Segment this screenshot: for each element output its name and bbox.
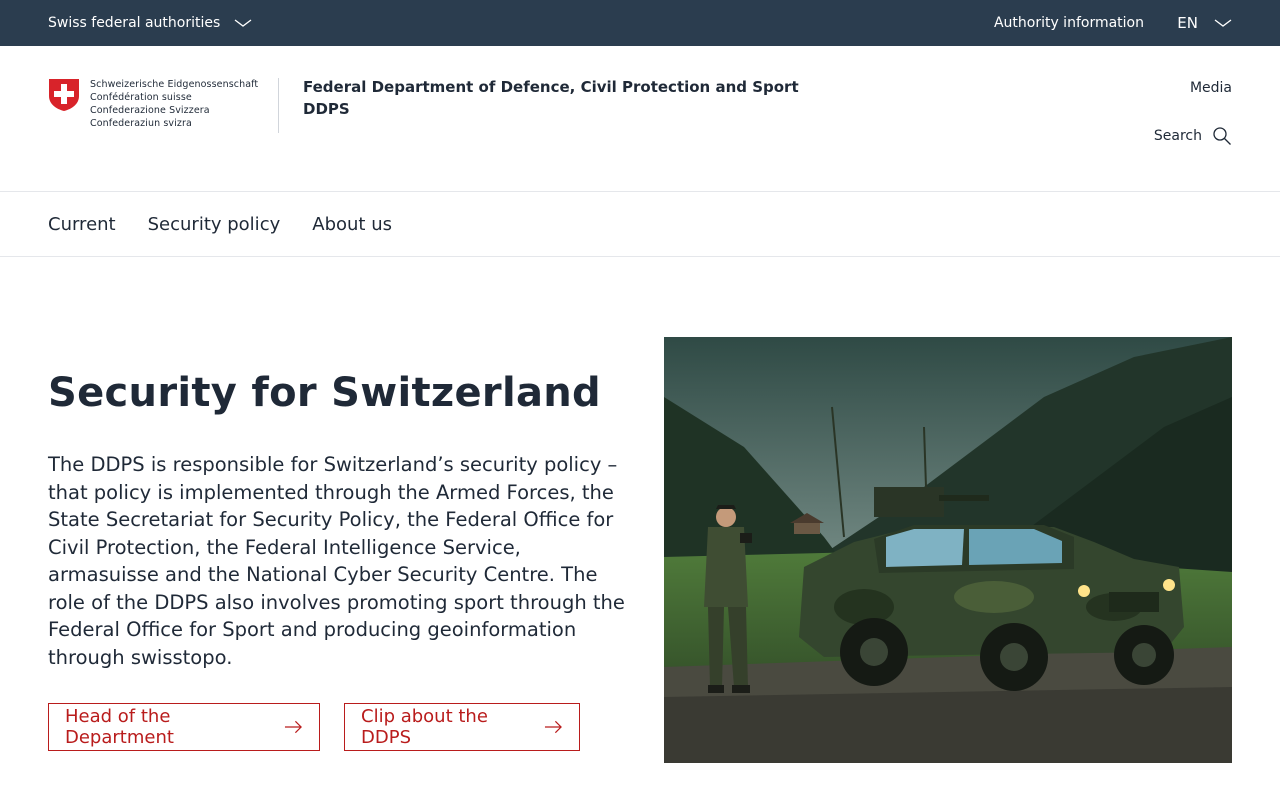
department-title[interactable]: Federal Department of Defence, Civil Pro… <box>303 76 803 120</box>
top-bar: Swiss federal authorities Authority info… <box>0 0 1280 46</box>
hero-description: The DDPS is responsible for Switzerland’… <box>48 453 625 669</box>
logo-line-it: Confederazione Svizzera <box>90 105 210 116</box>
header-divider <box>278 78 279 133</box>
media-link[interactable]: Media <box>1190 80 1232 96</box>
search-icon <box>1213 127 1231 145</box>
swiss-cross-shield-icon <box>49 79 79 111</box>
logo-line-de: Schweizerische Eidgenossenschaft <box>90 79 259 90</box>
hero-image <box>664 337 1232 763</box>
federal-authorities-dropdown[interactable]: Swiss federal authorities <box>48 0 252 46</box>
nav-item-about-us[interactable]: About us <box>312 214 392 235</box>
chevron-down-icon <box>1214 19 1232 27</box>
department-name: Federal Department of Defence, Civil Pro… <box>303 78 799 96</box>
language-label: EN <box>1177 14 1198 32</box>
clip-about-ddps-label: Clip about the DDPS <box>361 706 488 748</box>
department-abbr: DDPS <box>303 100 350 118</box>
page-title: Security for Switzerland <box>48 370 601 416</box>
clip-about-ddps-button[interactable]: Clip about the DDPS <box>344 703 580 751</box>
authority-information-link[interactable]: Authority information <box>994 0 1144 46</box>
site-header: Schweizerische Eidgenossenschaft Confédé… <box>0 46 1280 192</box>
language-selector[interactable]: EN <box>1177 0 1232 46</box>
logo-text: Schweizerische Eidgenossenschaft Confédé… <box>90 78 258 130</box>
arrow-right-icon <box>544 720 562 734</box>
arrow-right-icon <box>284 720 302 734</box>
main-navigation: Current Security policy About us <box>0 192 1280 257</box>
search-button[interactable]: Search <box>1154 126 1232 146</box>
chevron-down-icon <box>234 19 252 27</box>
swiss-confederation-logo[interactable]: Schweizerische Eidgenossenschaft Confédé… <box>48 78 258 130</box>
head-of-department-button[interactable]: Head of the Department <box>48 703 320 751</box>
military-vehicle-photo <box>664 337 1232 763</box>
nav-item-security-policy[interactable]: Security policy <box>148 214 281 235</box>
federal-authorities-label: Swiss federal authorities <box>48 15 221 31</box>
head-of-department-label: Head of the Department <box>65 706 174 748</box>
nav-item-current[interactable]: Current <box>48 214 116 235</box>
logo-line-fr: Confédération suisse <box>90 92 192 103</box>
authority-information-label: Authority information <box>993 15 1144 31</box>
logo-line-rm: Confederaziun svizra <box>90 118 192 129</box>
search-label: Search <box>1153 128 1202 144</box>
